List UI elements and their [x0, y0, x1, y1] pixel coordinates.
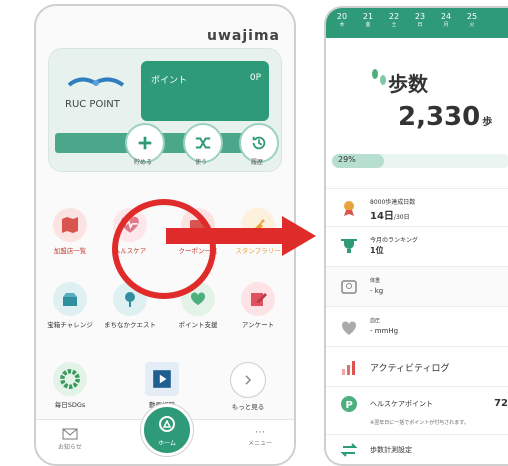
weight-label: 体重: [370, 278, 381, 284]
points-value: 0P: [249, 73, 261, 83]
activity-log-label: アクティビティログ: [370, 364, 450, 374]
svg-text:P: P: [346, 400, 353, 411]
arrows-swap-icon: [340, 443, 358, 457]
home-label: ホーム: [158, 440, 176, 447]
steps-title: 歩数: [388, 72, 428, 96]
activity-log-row[interactable]: アクティビティログ: [326, 346, 508, 387]
mail-icon: [62, 428, 78, 440]
ranking-value: 1位: [370, 246, 384, 255]
history-icon: [252, 136, 266, 150]
ruc-point-logo: RUC POINT: [61, 71, 131, 121]
grid-item-survey[interactable]: アンケート: [230, 282, 286, 330]
edit-icon: [241, 282, 275, 316]
date-item[interactable]: 25 火: [462, 12, 482, 28]
points-p-icon: P: [341, 396, 357, 412]
healthcare-points-note: ※翌年日に一括でポイントが付与されます。: [370, 420, 469, 426]
grid-label: まちなかクエスト: [104, 321, 156, 329]
points-label: ポイント: [151, 76, 188, 86]
achieve-value: 14日/30日: [370, 211, 410, 222]
date-item[interactable]: 22 土: [384, 12, 404, 28]
step-settings-row[interactable]: 歩数計測設定: [326, 434, 508, 464]
ruc-logo-text: RUC POINT: [65, 99, 120, 110]
sdgs-icon: [53, 362, 87, 396]
date-item[interactable]: 20 木: [332, 12, 352, 28]
pointer-arrow: [166, 216, 316, 256]
healthcare-points-row[interactable]: P ヘルスケアポイント 72 ※翌年日に一括でポイントが付与されます。: [326, 386, 508, 435]
scale-icon: [341, 280, 357, 294]
grid-label: アンケート: [241, 321, 275, 329]
footprint-icon: [372, 69, 386, 85]
home-icon: [159, 416, 175, 432]
healthcare-points-label: ヘルスケアポイント: [370, 400, 433, 408]
more-dots-icon: ⋯: [254, 427, 265, 438]
steps-count: 2,330 歩: [398, 102, 493, 132]
home-button[interactable]: ホーム: [141, 404, 193, 456]
points-panel[interactable]: ポイント 0P: [141, 61, 269, 121]
weight-row[interactable]: 体重 - kg: [326, 266, 508, 307]
grid-label: 加盟店一覧: [53, 247, 87, 255]
date-item[interactable]: 21 金: [358, 12, 378, 28]
date-item[interactable]: 24 月: [436, 12, 456, 28]
plus-icon: [138, 136, 152, 150]
weight-value: - kg: [370, 287, 384, 295]
chevron-right-icon: [230, 362, 266, 398]
history-label: 履歴: [250, 159, 263, 166]
treasure-icon: [53, 282, 87, 316]
nav-menu-label: メニュー: [247, 440, 272, 447]
medal-icon: [344, 201, 354, 216]
map-icon: [53, 208, 87, 242]
date-bar: 20 木 21 金 22 土 23 日 24 月 25 火: [326, 8, 508, 38]
steps-progress-label: 29%: [338, 155, 356, 164]
steps-progress-bar: 29%: [332, 154, 508, 168]
bar-chart-icon: [342, 361, 355, 375]
bp-value: - mmHg: [370, 327, 399, 335]
right-phone-frame: 20 木 21 金 22 土 23 日 24 月 25 火 歩数 2,330 歩 29% 80…: [324, 6, 508, 466]
point-card: RUC POINT ポイント 0P 貯める 使う 履歴: [48, 48, 282, 172]
achieve-label: 8000歩達成日数: [370, 199, 416, 206]
grid-label: 宝箱チャレンジ: [47, 321, 93, 329]
date-item[interactable]: 23 日: [410, 12, 430, 28]
achieve-row: 8000歩達成日数 14日/30日: [326, 188, 508, 227]
step-settings-label: 歩数計測設定: [370, 446, 412, 454]
brand-name: uwajima: [207, 28, 280, 44]
earn-label: 貯める: [133, 159, 152, 166]
trophy-icon: [341, 239, 357, 253]
grid-item-treasure[interactable]: 宝箱チャレンジ: [42, 282, 98, 330]
grid-item-more[interactable]: もっと見る: [220, 362, 276, 412]
nav-notifications-label: お知らせ: [58, 444, 82, 451]
nav-menu[interactable]: ⋯ メニュー: [247, 427, 272, 448]
bp-label: 血圧: [370, 318, 381, 324]
use-label: 使う: [194, 159, 207, 166]
video-icon: [145, 362, 179, 396]
grid-label: 毎日SDGs: [54, 401, 86, 409]
healthcare-points-value: 72: [494, 398, 508, 409]
grid-item-merchants[interactable]: 加盟店一覧: [42, 208, 98, 256]
grid-label: もっと見る: [231, 403, 265, 411]
ruc-logo-icon: [67, 77, 125, 87]
ranking-label: 今月のランキング: [370, 237, 418, 244]
grid-label: ポイント支援: [178, 321, 218, 329]
ranking-row[interactable]: 今月のランキング 1位: [326, 226, 508, 267]
heart-icon: [341, 321, 357, 335]
blood-pressure-row[interactable]: 血圧 - mmHg: [326, 306, 508, 347]
grid-item-sdgs[interactable]: 毎日SDGs: [42, 362, 98, 410]
grid-item-video[interactable]: 動画視聴: [134, 362, 190, 410]
nav-notifications[interactable]: お知らせ: [58, 428, 82, 451]
shuffle-icon: [195, 137, 211, 149]
